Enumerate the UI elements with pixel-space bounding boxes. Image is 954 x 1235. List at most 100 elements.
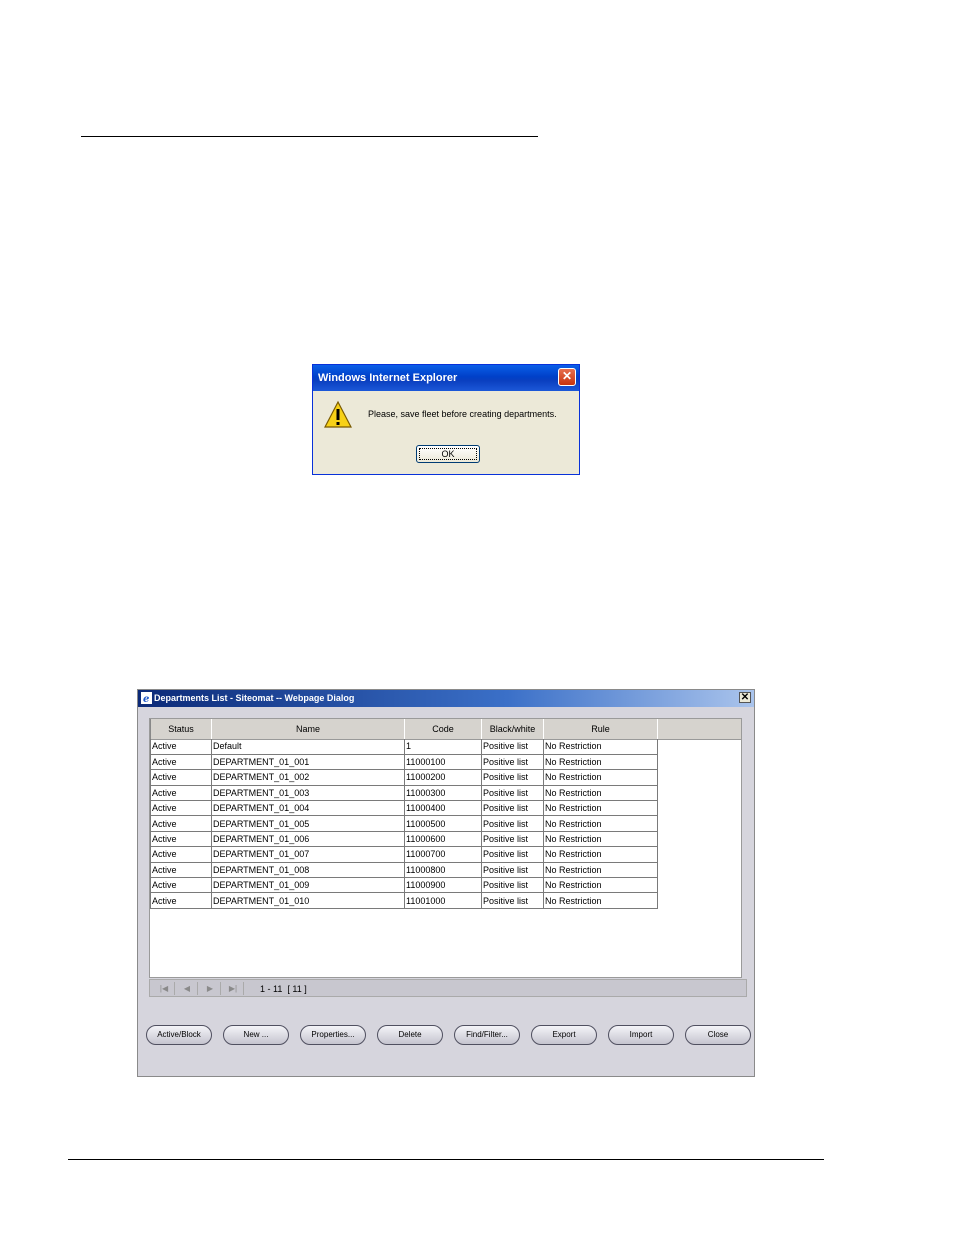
table-row[interactable]: Active DEPARTMENT_01_008 11000800 Positi… [150,862,658,879]
first-page-icon[interactable]: |◀ [154,982,175,995]
cell-status: Active [150,800,212,817]
cell-black-white: Positive list [481,862,544,879]
cell-name: DEPARTMENT_01_008 [211,862,405,879]
pager-range: 1 - 11 [ 11 ] [260,982,307,996]
alert-message: Please, save fleet before creating depar… [368,409,557,419]
find-filter-button[interactable]: Find/Filter... [454,1025,520,1045]
last-page-icon[interactable]: ▶| [223,982,244,995]
ie-icon: e [141,692,152,704]
alert-titlebar: Windows Internet Explorer ✕ [313,365,579,391]
table-row[interactable]: Active DEPARTMENT_01_010 11001000 Positi… [150,892,658,909]
next-page-icon[interactable]: ▶ [200,982,221,995]
ie-alert-dialog: Windows Internet Explorer ✕ Please, save… [312,364,580,475]
close-icon: ✕ [740,692,750,703]
svg-text:e: e [143,694,149,704]
cell-name: DEPARTMENT_01_006 [211,831,405,848]
cell-code: 11001000 [404,892,482,909]
close-button[interactable]: Close [685,1025,751,1045]
departments-list-dialog: e Departments List - Siteomat -- Webpage… [137,689,755,1077]
table-row[interactable]: Active DEPARTMENT_01_003 11000300 Positi… [150,785,658,802]
cell-status: Active [150,785,212,802]
cell-code: 11000500 [404,815,482,832]
properties-button[interactable]: Properties... [300,1025,366,1045]
cell-name: DEPARTMENT_01_004 [211,800,405,817]
cell-black-white: Positive list [481,877,544,894]
cell-status: Active [150,831,212,848]
cell-status: Active [150,815,212,832]
cell-rule: No Restriction [543,800,658,817]
cell-rule: No Restriction [543,862,658,879]
table-row[interactable]: Active DEPARTMENT_01_007 11000700 Positi… [150,846,658,863]
pager-bar: |◀ ◀ ▶ ▶| 1 - 11 [ 11 ] [149,979,747,997]
active-block-button[interactable]: Active/Block [146,1025,212,1045]
table-row[interactable]: Active DEPARTMENT_01_001 11000100 Positi… [150,754,658,771]
cell-status: Active [150,877,212,894]
cell-black-white: Positive list [481,785,544,802]
departments-table: Status Name Code Black/white Rule Active… [150,719,658,909]
cell-rule: No Restriction [543,739,658,755]
cell-code: 11000900 [404,877,482,894]
cell-rule: No Restriction [543,769,658,786]
dialog-titlebar: e Departments List - Siteomat -- Webpage… [138,690,754,707]
cell-black-white: Positive list [481,754,544,771]
cell-rule: No Restriction [543,892,658,909]
cell-black-white: Positive list [481,739,544,755]
cell-code: 11000100 [404,754,482,771]
column-header-code[interactable]: Code [404,719,482,739]
delete-button[interactable]: Delete [377,1025,443,1045]
cell-rule: No Restriction [543,877,658,894]
cell-code: 11000300 [404,785,482,802]
cell-black-white: Positive list [481,769,544,786]
alert-close-button[interactable]: ✕ [558,368,576,386]
cell-rule: No Restriction [543,831,658,848]
cell-name: DEPARTMENT_01_005 [211,815,405,832]
cell-code: 11000600 [404,831,482,848]
cell-code: 11000200 [404,769,482,786]
cell-status: Active [150,846,212,863]
cell-rule: No Restriction [543,785,658,802]
cell-rule: No Restriction [543,754,658,771]
export-button[interactable]: Export [531,1025,597,1045]
cell-name: DEPARTMENT_01_003 [211,785,405,802]
table-row[interactable]: Active DEPARTMENT_01_005 11000500 Positi… [150,815,658,832]
cell-name: DEPARTMENT_01_009 [211,877,405,894]
column-header-black-white[interactable]: Black/white [481,719,544,739]
cell-code: 11000700 [404,846,482,863]
cell-name: DEPARTMENT_01_001 [211,754,405,771]
cell-code: 11000800 [404,862,482,879]
dialog-title: Departments List - Siteomat -- Webpage D… [154,693,355,703]
departments-grid: Status Name Code Black/white Rule Active… [149,718,742,978]
table-row[interactable]: Active DEPARTMENT_01_002 11000200 Positi… [150,769,658,786]
dialog-close-button[interactable]: ✕ [739,692,751,703]
cell-name: Default [211,739,405,755]
column-header-status[interactable]: Status [150,719,212,739]
cell-status: Active [150,892,212,909]
close-icon: ✕ [561,369,573,383]
cell-status: Active [150,862,212,879]
cell-status: Active [150,769,212,786]
column-header-rule[interactable]: Rule [543,719,658,739]
table-row[interactable]: Active Default 1 Positive list No Restri… [150,739,658,755]
cell-status: Active [150,739,212,755]
table-header-row: Status Name Code Black/white Rule [150,719,658,739]
cell-status: Active [150,754,212,771]
pager-total-text: [ 11 ] [287,984,307,994]
top-horizontal-rule [81,136,538,137]
cell-name: DEPARTMENT_01_007 [211,846,405,863]
column-header-name[interactable]: Name [211,719,405,739]
cell-name: DEPARTMENT_01_010 [211,892,405,909]
pager-range-text: 1 - 11 [260,984,283,994]
new-button[interactable]: New ... [223,1025,289,1045]
import-button[interactable]: Import [608,1025,674,1045]
prev-page-icon[interactable]: ◀ [177,982,198,995]
table-row[interactable]: Active DEPARTMENT_01_009 11000900 Positi… [150,877,658,894]
cell-black-white: Positive list [481,831,544,848]
cell-rule: No Restriction [543,846,658,863]
cell-black-white: Positive list [481,892,544,909]
warning-icon [324,400,352,428]
table-row[interactable]: Active DEPARTMENT_01_006 11000600 Positi… [150,831,658,848]
table-row[interactable]: Active DEPARTMENT_01_004 11000400 Positi… [150,800,658,817]
ok-button[interactable]: OK [416,445,480,463]
cell-code: 1 [404,739,482,755]
bottom-horizontal-rule [68,1159,824,1160]
